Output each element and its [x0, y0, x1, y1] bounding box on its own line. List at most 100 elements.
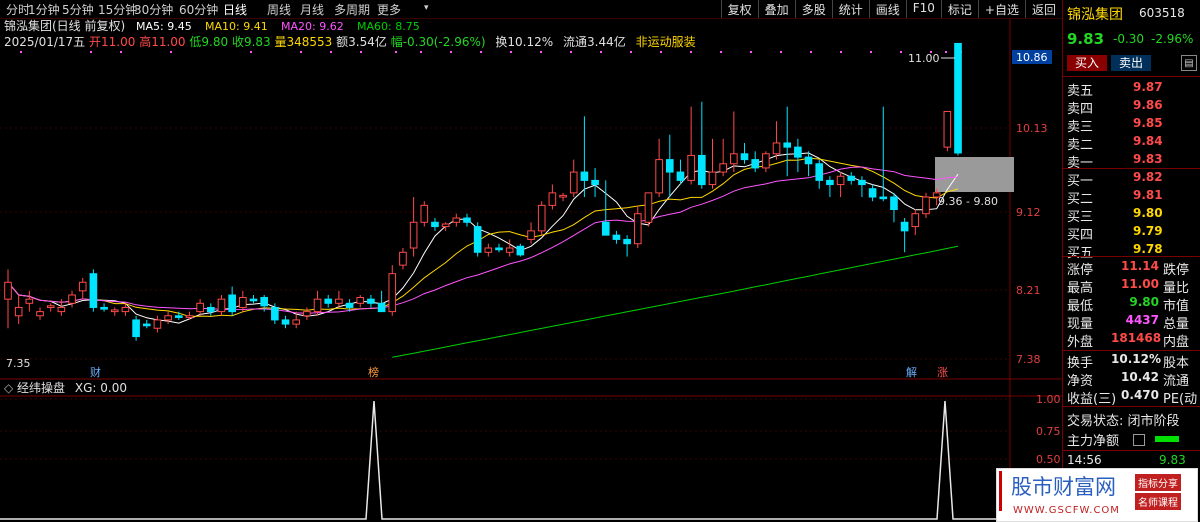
candle-body[interactable] [762, 153, 770, 169]
candle-body[interactable] [730, 153, 738, 165]
candle-body[interactable] [772, 142, 781, 155]
candle-body[interactable] [196, 302, 204, 313]
period-tab-0[interactable]: 分时 [6, 1, 30, 18]
candle-body[interactable] [399, 251, 407, 266]
candle-body[interactable] [164, 315, 172, 321]
candle-body[interactable] [57, 306, 66, 313]
candle-body[interactable] [879, 196, 888, 200]
candle-body[interactable] [452, 217, 461, 223]
candle-body[interactable] [377, 302, 386, 313]
candle-body[interactable] [954, 42, 962, 154]
candle-body[interactable] [868, 188, 877, 198]
sell-button[interactable]: 卖出 [1111, 55, 1151, 71]
candle-body[interactable] [14, 306, 23, 317]
candle-body[interactable] [484, 247, 493, 253]
candle-body[interactable] [783, 142, 792, 148]
candle-body[interactable] [826, 179, 834, 186]
candle-body[interactable] [601, 221, 610, 236]
candle-body[interactable] [420, 204, 429, 223]
candle-body[interactable] [505, 247, 514, 253]
candle-body[interactable] [239, 296, 247, 308]
period-tab-2[interactable]: 5分钟 [62, 1, 94, 18]
candle-body[interactable] [665, 159, 674, 173]
more-dropdown-icon[interactable]: ▾ [424, 3, 429, 13]
candle-body[interactable] [591, 179, 599, 186]
main-net-checkbox[interactable] [1133, 434, 1145, 446]
period-tab-3[interactable]: 15分钟 [98, 1, 137, 18]
candle-body[interactable] [409, 221, 418, 249]
candle-body[interactable] [633, 213, 642, 245]
candle-body[interactable] [345, 302, 354, 308]
candle-body[interactable] [46, 305, 55, 308]
candle-body[interactable] [911, 213, 920, 228]
candle-body[interactable] [228, 294, 236, 313]
period-tab-6[interactable]: 日线 [223, 1, 247, 18]
candle-body[interactable] [804, 156, 813, 165]
toolbar-button-3[interactable]: 统计 [831, 0, 869, 18]
candle-body[interactable] [900, 221, 909, 232]
candle-body[interactable] [132, 319, 140, 338]
event-marker-3[interactable]: 涨 [937, 366, 948, 379]
candle-body[interactable] [324, 298, 333, 304]
candle-body[interactable] [473, 226, 482, 253]
candle-body[interactable] [78, 281, 87, 292]
candle-body[interactable] [441, 223, 450, 228]
kline-chart[interactable]: 锦泓集团(日线 前复权) MA5: 9.45 MA10: 9.41 MA20: 9.… [0, 19, 1062, 522]
candle-body[interactable] [858, 179, 866, 186]
candle-body[interactable] [367, 298, 375, 304]
candle-body[interactable] [100, 306, 108, 310]
candle-body[interactable] [569, 171, 578, 194]
period-tab-9[interactable]: 多周期 [334, 1, 370, 18]
candle-body[interactable] [271, 306, 279, 321]
period-tab-1[interactable]: 1分钟 [28, 1, 60, 18]
toolbar-button-0[interactable]: 复权 [720, 0, 758, 18]
candle-body[interactable] [719, 163, 727, 173]
period-tab-5[interactable]: 60分钟 [179, 1, 218, 18]
toolbar-button-2[interactable]: 多股 [794, 0, 832, 18]
event-marker-1[interactable]: 榜 [368, 365, 379, 379]
candle-body[interactable] [313, 298, 322, 313]
toolbar-button-1[interactable]: 叠加 [757, 0, 795, 18]
candle-body[interactable] [4, 281, 12, 300]
candle-body[interactable] [794, 146, 802, 158]
indicator-toggle-icon[interactable]: ◇ [4, 381, 17, 395]
candle-body[interactable] [655, 159, 663, 194]
candle-body[interactable] [698, 154, 706, 186]
event-marker-0[interactable]: 财 [90, 365, 101, 379]
candle-body[interactable] [708, 171, 717, 186]
candle-body[interactable] [943, 110, 952, 148]
candle-body[interactable] [260, 296, 268, 307]
candle-body[interactable] [537, 204, 546, 232]
candle-body[interactable] [174, 315, 183, 318]
candle-body[interactable] [68, 294, 76, 304]
candle-body[interactable] [922, 196, 930, 215]
candle-body[interactable] [110, 309, 119, 313]
candle-body[interactable] [580, 171, 589, 181]
candle-body[interactable] [388, 273, 397, 313]
candle-body[interactable] [890, 196, 898, 211]
candle-body[interactable] [815, 163, 824, 181]
candle-body[interactable] [527, 230, 535, 240]
candle-body[interactable] [89, 273, 98, 308]
candle-body[interactable] [281, 319, 290, 325]
candle-body[interactable] [612, 234, 621, 240]
candle-body[interactable] [36, 311, 44, 317]
candle-body[interactable] [740, 153, 749, 161]
candle-body[interactable] [623, 238, 631, 245]
candle-body[interactable] [836, 175, 845, 186]
candle-body[interactable] [249, 298, 258, 302]
candle-body[interactable] [431, 221, 439, 228]
candle-body[interactable] [463, 217, 471, 223]
candle-body[interactable] [687, 154, 695, 181]
candle-body[interactable] [335, 298, 343, 304]
period-tab-8[interactable]: 月线 [300, 1, 324, 18]
candle-body[interactable] [516, 245, 525, 256]
toolbar-button-4[interactable]: 画线 [868, 0, 906, 18]
toolbar-button-5[interactable]: F10 [905, 0, 941, 18]
period-tab-10[interactable]: 更多 [377, 1, 401, 18]
candle-body[interactable] [121, 306, 130, 313]
buy-button[interactable]: 买入 [1067, 55, 1107, 71]
candle-body[interactable] [292, 319, 301, 325]
candle-body[interactable] [676, 171, 685, 181]
candle-body[interactable] [356, 296, 365, 304]
